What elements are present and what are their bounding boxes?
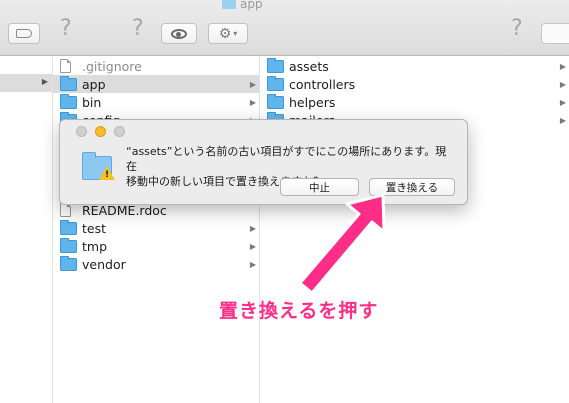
- column-parent: ▶: [0, 57, 52, 403]
- disclosure-arrow-icon: ▶: [559, 61, 566, 71]
- item-label: bin: [82, 94, 102, 110]
- disclosure-arrow-icon: ▶: [559, 79, 566, 89]
- title-folder-icon: [222, 0, 236, 9]
- folder-row[interactable]: app ▶: [53, 75, 259, 93]
- column-project: .gitignoreapp▶bin▶config▶lib▶log▶public▶…: [52, 57, 259, 403]
- parent-selected-row[interactable]: ▶: [0, 74, 52, 92]
- disclosure-arrow-icon: ▶: [249, 79, 256, 89]
- tag-button[interactable]: [8, 23, 40, 44]
- help-left-icon[interactable]: ?: [60, 16, 72, 41]
- item-label: controllers: [289, 76, 356, 92]
- chevron-down-icon: ▾: [233, 29, 238, 38]
- eye-icon: [171, 28, 187, 39]
- folder-row[interactable]: helpers ▶: [260, 93, 569, 111]
- folder-row[interactable]: assets ▶: [260, 57, 569, 75]
- action-menu-button[interactable]: ⚙ ▾: [208, 23, 248, 44]
- folder-icon: [267, 76, 284, 91]
- item-label: test: [82, 220, 107, 236]
- item-label: app: [82, 76, 106, 92]
- help-right-icon[interactable]: ?: [511, 16, 523, 41]
- disclosure-arrow-icon: ▶: [559, 97, 566, 107]
- item-label: .gitignore: [82, 58, 142, 74]
- window-title-label: app: [240, 0, 263, 11]
- file-row[interactable]: .gitignore: [53, 57, 259, 75]
- item-label: vendor: [82, 256, 126, 272]
- document-icon: [60, 203, 71, 217]
- window-title: app: [222, 0, 263, 14]
- folder-icon: [60, 238, 77, 253]
- replace-dialog: ! “assets”という名前の古い項目がすでにこの場所にあります。現在 移動中…: [59, 119, 468, 205]
- item-label: tmp: [82, 238, 108, 254]
- zoom-icon[interactable]: [114, 126, 125, 137]
- folder-icon: [267, 94, 284, 109]
- column-app: assets▶controllers▶helpers▶mailers▶: [259, 57, 569, 403]
- search-input[interactable]: [541, 23, 569, 44]
- disclosure-arrow-icon: ▶: [559, 115, 566, 125]
- folder-icon: [267, 58, 284, 73]
- gear-icon: ⚙: [218, 25, 232, 42]
- folder-warning-icon: !: [82, 152, 115, 180]
- close-icon[interactable]: [76, 126, 87, 137]
- folder-row[interactable]: tmp ▶: [53, 237, 259, 255]
- disclosure-arrow-icon: ▶: [249, 223, 256, 233]
- disclosure-arrow-icon: ▶: [249, 259, 256, 269]
- window-controls: [76, 126, 125, 137]
- minimize-icon[interactable]: [95, 126, 106, 137]
- replace-button[interactable]: 置き換える: [369, 178, 455, 196]
- document-icon: [60, 59, 71, 73]
- item-label: assets: [289, 58, 329, 74]
- folder-row[interactable]: vendor ▶: [53, 255, 259, 273]
- dialog-message-line1: “assets”という名前の古い項目がすでにこの場所にあります。現在: [126, 145, 447, 173]
- finder-toolbar: app ? ? ⚙ ▾ ?: [0, 0, 569, 56]
- folder-icon: [60, 220, 77, 235]
- callout-text: 置き換えるを押す: [219, 300, 379, 322]
- warning-mark: !: [105, 170, 110, 180]
- disclosure-arrow-icon: ▶: [41, 77, 48, 86]
- cancel-button[interactable]: 中止: [280, 178, 359, 196]
- folder-icon: [60, 76, 77, 91]
- tag-icon: [16, 29, 32, 38]
- folder-row[interactable]: controllers ▶: [260, 75, 569, 93]
- folder-row[interactable]: bin ▶: [53, 93, 259, 111]
- folder-icon: [60, 94, 77, 109]
- folder-icon: [60, 256, 77, 271]
- disclosure-arrow-icon: ▶: [249, 97, 256, 107]
- quick-look-button[interactable]: [161, 23, 197, 44]
- item-label: helpers: [289, 94, 336, 110]
- folder-row[interactable]: test ▶: [53, 219, 259, 237]
- help-mid-icon[interactable]: ?: [132, 16, 144, 41]
- disclosure-arrow-icon: ▶: [249, 241, 256, 251]
